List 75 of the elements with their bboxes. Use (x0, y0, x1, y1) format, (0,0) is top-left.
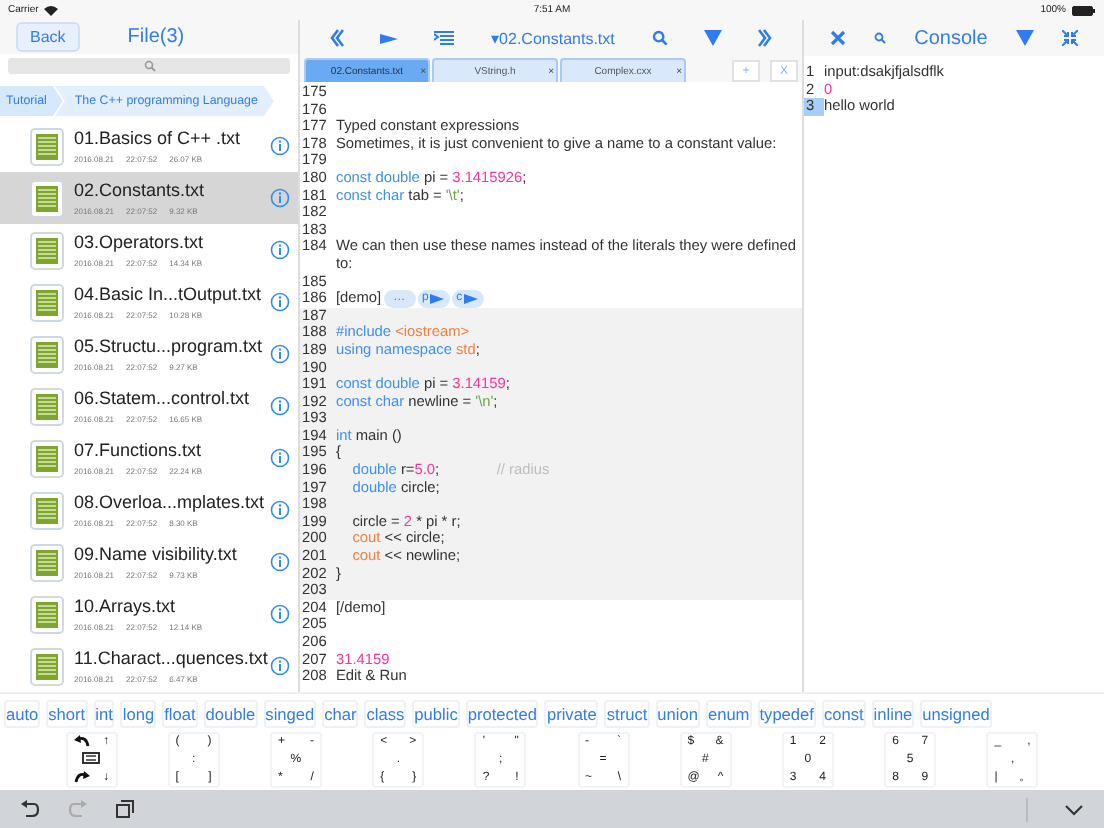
keyword-button[interactable]: struct (604, 699, 650, 727)
panel-title: File(3) (127, 26, 185, 49)
keyword-button[interactable]: public (412, 699, 460, 727)
file-menu-button[interactable]: ▾02.Constants.txt (491, 29, 615, 47)
chevron-down-icon[interactable] (1064, 803, 1084, 815)
file-name: 04.Basic In...tOutput.txt (74, 284, 260, 304)
file-name: 07.Functions.txt (74, 440, 204, 460)
document-icon (30, 179, 64, 217)
info-icon[interactable] (270, 500, 290, 520)
keyword-button[interactable]: singed (263, 699, 317, 727)
file-name: 08.Overloa...mplates.txt (74, 492, 260, 512)
file-name: 03.Operators.txt (74, 232, 206, 252)
keyword-button[interactable]: auto (4, 699, 41, 727)
triangle-down-icon[interactable] (1015, 30, 1034, 46)
file-name: 10.Arrays.txt (74, 596, 178, 616)
keyword-button[interactable]: inline (871, 699, 915, 727)
document-icon (30, 283, 64, 321)
back-button[interactable]: Back (16, 22, 80, 53)
keyword-button[interactable]: enum (705, 699, 752, 727)
undo-arrow-icon (73, 734, 90, 748)
double-right-icon[interactable] (757, 28, 772, 48)
info-icon[interactable] (270, 656, 290, 676)
undo-icon[interactable] (20, 800, 40, 818)
info-icon[interactable] (270, 448, 290, 468)
search-icon (143, 60, 155, 73)
keyword-button[interactable]: protected (465, 699, 539, 727)
keyword-button[interactable]: int (93, 699, 115, 727)
file-name: 06.Statem...control.txt (74, 388, 252, 408)
triangle-down-icon[interactable] (703, 30, 722, 46)
close-icon[interactable] (830, 30, 847, 46)
search-field[interactable] (8, 58, 290, 74)
copy-icon[interactable] (116, 800, 134, 818)
document-icon (30, 231, 64, 269)
info-icon[interactable] (270, 240, 290, 260)
document-icon (30, 647, 64, 685)
info-icon[interactable] (270, 136, 290, 156)
keyword-button[interactable]: unsigned (920, 699, 992, 727)
document-icon (30, 491, 64, 529)
file-name: 01.Basics of C++ .txt (74, 128, 243, 148)
keyword-button[interactable]: char (322, 699, 359, 727)
document-icon (30, 543, 64, 581)
document-icon (30, 335, 64, 373)
keyword-button[interactable]: typedef (757, 699, 816, 727)
search-icon[interactable] (874, 32, 887, 44)
file-name: 09.Name visibility.txt (74, 544, 239, 564)
info-icon[interactable] (270, 604, 290, 624)
keyboard-icon (82, 752, 101, 766)
document-icon (30, 387, 64, 425)
document-icon (30, 595, 64, 633)
info-icon[interactable] (270, 188, 290, 208)
keyword-button[interactable]: union (655, 699, 700, 727)
redo-arrow-icon (73, 770, 90, 784)
file-name: 05.Structu...program.txt (74, 336, 260, 356)
keyword-button[interactable]: class (364, 699, 407, 727)
keyword-button[interactable]: const (821, 699, 866, 727)
wifi-icon (44, 5, 59, 15)
keyword-button[interactable]: long (120, 699, 157, 727)
info-icon[interactable] (270, 292, 290, 312)
keyword-button[interactable]: float (162, 699, 198, 727)
info-icon[interactable] (270, 552, 290, 572)
play-icon[interactable] (380, 31, 399, 45)
list-icon[interactable] (434, 29, 455, 47)
keyword-button[interactable]: private (544, 699, 599, 727)
collapse-icon[interactable] (1061, 30, 1078, 46)
console-title: Console (914, 27, 988, 49)
document-icon (30, 439, 64, 477)
info-icon[interactable] (270, 344, 290, 364)
document-icon (30, 127, 64, 165)
info-icon[interactable] (270, 396, 290, 416)
battery-icon (1071, 5, 1096, 15)
double-left-icon[interactable] (330, 28, 345, 48)
keyword-button[interactable]: short (46, 699, 88, 727)
search-icon[interactable] (651, 30, 668, 46)
file-name: 02.Constants.txt (74, 180, 207, 200)
keyword-button[interactable]: double (203, 699, 258, 727)
